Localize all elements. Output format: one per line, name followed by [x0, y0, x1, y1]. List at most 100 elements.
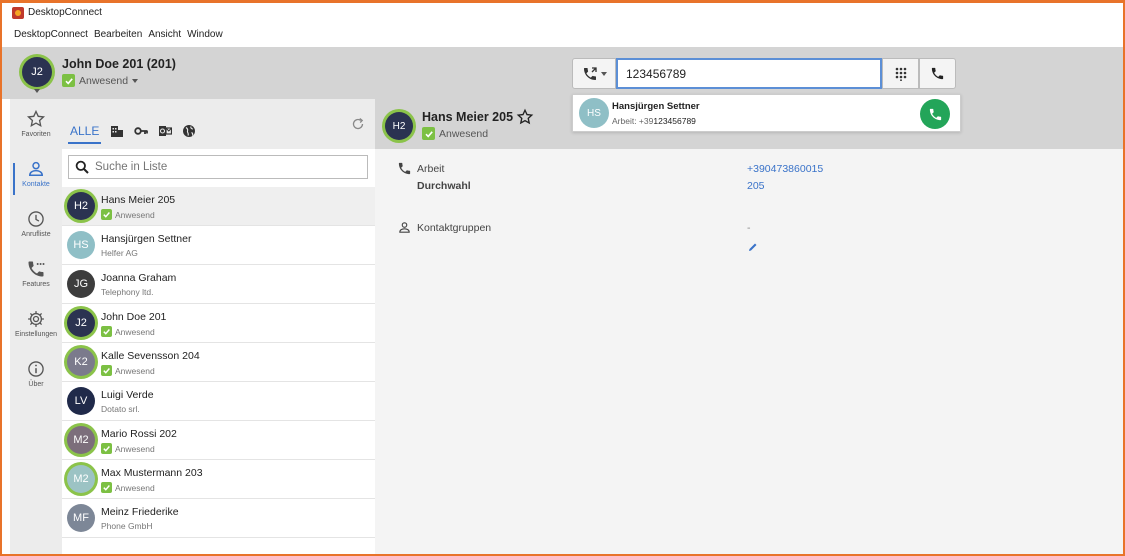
- favorite-star-icon[interactable]: [516, 108, 534, 126]
- contact-name: Kalle Sevensson 204: [101, 350, 200, 362]
- contact-avatar: JG: [67, 270, 95, 298]
- menu-ansicht[interactable]: Ansicht: [148, 29, 181, 40]
- sidebar: Favoriten Kontakte Anrufliste Features E…: [10, 99, 62, 554]
- contact-company: Dotato srl.: [101, 404, 140, 414]
- my-status-label: Anwesend: [79, 74, 129, 87]
- dial-number-input[interactable]: [616, 58, 882, 89]
- presence-check-icon: [422, 127, 435, 140]
- contact-search[interactable]: [68, 155, 368, 179]
- suggestion-call-button[interactable]: [920, 99, 950, 129]
- phone-icon: [929, 108, 941, 120]
- phone-icon: [931, 67, 944, 80]
- contact-avatar: J2: [67, 309, 95, 337]
- call-button[interactable]: [919, 58, 956, 89]
- contact-list: H2 Hans Meier 205 Anwesend HS Hansjürgen…: [62, 187, 375, 538]
- call-mode-button[interactable]: [572, 58, 616, 89]
- contact-company: Helfer AG: [101, 248, 138, 258]
- presence-check-icon: [101, 482, 112, 493]
- contact-row-hans-meier[interactable]: H2 Hans Meier 205 Anwesend: [62, 187, 375, 226]
- contact-row-joanna-graham[interactable]: JG Joanna Graham Telephony ltd.: [62, 265, 375, 304]
- contact-company: Phone GmbH: [101, 521, 153, 531]
- contact-avatar: K2: [67, 348, 95, 376]
- sidebar-item-anrufliste[interactable]: Anrufliste: [10, 209, 62, 251]
- title-bar: DesktopConnect: [2, 3, 1123, 22]
- phone-dots-icon: [28, 261, 45, 277]
- my-name: John Doe 201 (201): [62, 57, 176, 71]
- sidebar-item-ueber[interactable]: Über: [10, 359, 62, 401]
- contact-avatar: H2: [67, 192, 95, 220]
- kontaktgruppen-label: Kontaktgruppen: [417, 222, 492, 234]
- suggestion-number: Arbeit: +39123456789: [612, 116, 696, 126]
- my-status-dropdown[interactable]: Anwesend: [62, 74, 139, 87]
- star-icon: [26, 109, 46, 127]
- menu-desktopconnect[interactable]: DesktopConnect: [14, 29, 88, 40]
- chevron-down-icon: [132, 78, 139, 83]
- contact-company: Telephony ltd.: [101, 287, 154, 297]
- sidebar-item-kontakte[interactable]: Kontakte: [10, 159, 62, 201]
- contact-status: Anwesend: [101, 443, 155, 454]
- key-icon[interactable]: [134, 124, 148, 138]
- suggestion-name: Hansjürgen Settner: [612, 101, 700, 112]
- window-title: DesktopConnect: [28, 7, 102, 18]
- presence-check-icon: [101, 326, 112, 337]
- menu-bar: DesktopConnect Bearbeiten Ansicht Window: [2, 22, 1123, 46]
- arbeit-label: Arbeit: [417, 163, 445, 175]
- contact-row-luigi-verde[interactable]: LV Luigi Verde Dotato srl.: [62, 382, 375, 421]
- outlook-icon[interactable]: [158, 124, 172, 138]
- suggestion-avatar: HS: [579, 98, 609, 128]
- kontaktgruppen-value: -: [747, 222, 751, 234]
- contact-row-hansjuergen-settner[interactable]: HS Hansjürgen Settner Helfer AG: [62, 226, 375, 265]
- detail-avatar: H2: [385, 112, 413, 140]
- detail-status: Anwesend: [422, 127, 488, 140]
- info-icon: [28, 361, 44, 377]
- dial-suggestion[interactable]: HS Hansjürgen Settner Arbeit: +391234567…: [572, 94, 961, 132]
- sidebar-item-features[interactable]: Features: [10, 259, 62, 301]
- app-window: DesktopConnect DesktopConnect Bearbeiten…: [0, 0, 1125, 556]
- presence-check-icon: [101, 365, 112, 376]
- menu-bearbeiten[interactable]: Bearbeiten: [94, 29, 142, 40]
- presence-check-icon: [101, 209, 112, 220]
- gear-icon: [28, 311, 44, 327]
- phone-forward-icon: [583, 66, 597, 80]
- contact-row-john-doe[interactable]: J2 John Doe 201 Anwesend: [62, 304, 375, 343]
- contact-row-mario-rossi[interactable]: M2 Mario Rossi 202 Anwesend: [62, 421, 375, 460]
- phone-icon: [398, 162, 411, 175]
- contact-status: Anwesend: [101, 365, 155, 376]
- contact-status: Anwesend: [101, 326, 155, 337]
- my-avatar[interactable]: J2: [22, 57, 52, 87]
- search-input[interactable]: [95, 161, 355, 173]
- contact-name: Meinz Friederike: [101, 506, 179, 518]
- clock-icon: [28, 211, 44, 227]
- dialpad-button[interactable]: [882, 58, 919, 89]
- globe-icon[interactable]: [182, 124, 196, 138]
- sidebar-item-einstellungen[interactable]: Einstellungen: [10, 309, 62, 351]
- presence-check-icon: [101, 443, 112, 454]
- chevron-down-icon: [600, 71, 607, 76]
- refresh-icon[interactable]: [351, 117, 365, 131]
- contact-avatar: LV: [67, 387, 95, 415]
- contact-row-kalle-sevensson[interactable]: K2 Kalle Sevensson 204 Anwesend: [62, 343, 375, 382]
- dialpad-icon: [895, 67, 906, 81]
- contact-name: Luigi Verde: [101, 389, 154, 401]
- contact-tabs: ALLE: [62, 99, 375, 149]
- contact-avatar: MF: [67, 504, 95, 532]
- contact-status: Anwesend: [101, 209, 155, 220]
- contact-name: Hans Meier 205: [101, 194, 176, 206]
- detail-name: Hans Meier 205: [422, 110, 514, 124]
- dial-bar: [572, 58, 956, 89]
- durchwahl-number-link[interactable]: 205: [747, 180, 765, 192]
- contact-row-max-mustermann[interactable]: M2 Max Mustermann 203 Anwesend: [62, 460, 375, 499]
- durchwahl-label: Durchwahl: [417, 180, 471, 192]
- contact-avatar: M2: [67, 426, 95, 454]
- edit-pencil-icon[interactable]: [747, 241, 759, 253]
- avatar-caret-icon[interactable]: [34, 89, 40, 93]
- contact-status: Anwesend: [101, 482, 155, 493]
- building-icon[interactable]: [110, 124, 124, 138]
- menu-window[interactable]: Window: [187, 29, 223, 40]
- tab-alle[interactable]: ALLE: [67, 124, 102, 144]
- contact-name: Joanna Graham: [101, 272, 177, 284]
- sidebar-item-favoriten[interactable]: Favoriten: [10, 109, 62, 151]
- contact-row-meinz-friederike[interactable]: MF Meinz Friederike Phone GmbH: [62, 499, 375, 538]
- presence-check-icon: [62, 74, 75, 87]
- arbeit-number-link[interactable]: +390473860015: [747, 163, 823, 175]
